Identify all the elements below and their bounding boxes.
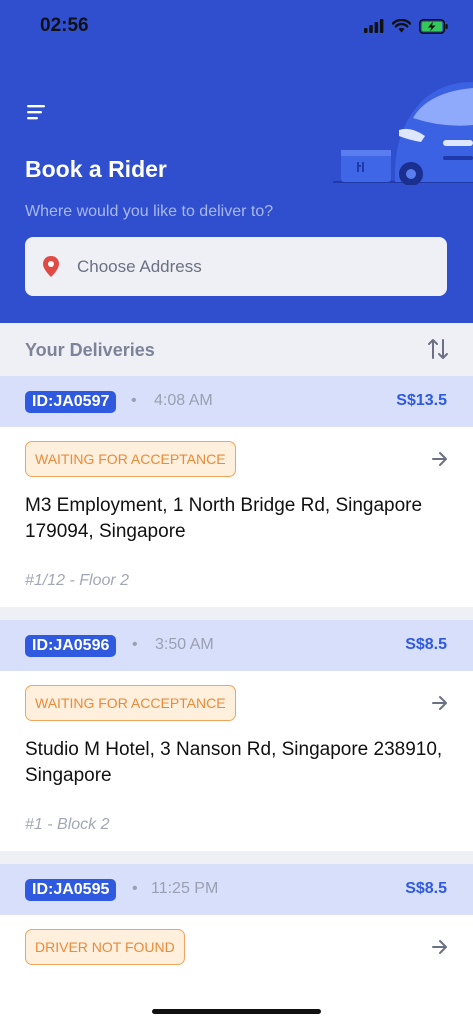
signal-icon (364, 19, 384, 33)
location-pin-icon (43, 255, 59, 277)
status-time: 02:56 (40, 15, 89, 36)
delivery-time: 4:08 AM (154, 392, 213, 409)
car-illustration (333, 82, 473, 185)
delivery-card-header: ID:JA0596 • 3:50 AM S$8.5 (0, 620, 473, 671)
page-title: Book a Rider (25, 156, 167, 182)
arrow-right-icon[interactable] (431, 939, 449, 955)
separator-dot: • (131, 392, 137, 409)
deliveries-header: Your Deliveries (0, 323, 473, 376)
address-field[interactable] (25, 237, 447, 296)
page-subtitle: Where would you like to deliver to? (25, 203, 274, 220)
delivery-address: Studio M Hotel, 3 Nanson Rd, Singapore 2… (25, 739, 443, 786)
status-icons (364, 16, 449, 36)
header: 02:56 Book a Rider Where would you like … (0, 0, 473, 323)
delivery-card[interactable]: ID:JA0596 • 3:50 AM S$8.5 WAITING FOR AC… (0, 620, 473, 851)
delivery-card-header: ID:JA0597 • 4:08 AM S$13.5 (0, 376, 473, 427)
status-badge: WAITING FOR ACCEPTANCE (25, 441, 236, 477)
arrow-right-icon[interactable] (431, 451, 449, 467)
menu-icon[interactable] (24, 100, 50, 126)
delivery-card-body: DRIVER NOT FOUND (0, 915, 473, 1024)
delivery-id-badge: ID:JA0597 (25, 391, 117, 413)
status-badge: WAITING FOR ACCEPTANCE (25, 685, 236, 721)
arrow-right-icon[interactable] (431, 695, 449, 711)
delivery-time: 3:50 AM (155, 636, 214, 653)
battery-charging-icon (419, 18, 448, 34)
sort-icon[interactable] (427, 337, 449, 361)
delivery-card[interactable]: ID:JA0597 • 4:08 AM S$13.5 WAITING FOR A… (0, 376, 473, 607)
delivery-id-badge: ID:JA0596 (25, 635, 117, 657)
separator-dot: • (132, 880, 138, 897)
delivery-card[interactable]: ID:JA0595 • 11:25 PM S$8.5 DRIVER NOT FO… (0, 864, 473, 1024)
delivery-card-header: ID:JA0595 • 11:25 PM S$8.5 (0, 864, 473, 915)
delivery-card-body: WAITING FOR ACCEPTANCE Studio M Hotel, 3… (0, 671, 473, 851)
address-input[interactable] (77, 256, 407, 277)
delivery-price: S$8.5 (405, 636, 447, 653)
separator-dot: • (132, 636, 138, 653)
deliveries-title: Your Deliveries (25, 340, 155, 360)
status-bar: 02:56 (0, 0, 473, 54)
delivery-unit: #1 - Block 2 (25, 816, 110, 833)
delivery-address: M3 Employment, 1 North Bridge Rd, Singap… (25, 495, 423, 542)
home-indicator (152, 1009, 321, 1014)
delivery-price: S$8.5 (405, 880, 447, 897)
delivery-card-body: WAITING FOR ACCEPTANCE M3 Employment, 1 … (0, 427, 473, 607)
wifi-icon (392, 19, 411, 33)
delivery-price: S$13.5 (396, 392, 447, 409)
delivery-id-badge: ID:JA0595 (25, 879, 117, 901)
delivery-unit: #1/12 - Floor 2 (25, 572, 130, 589)
delivery-time: 11:25 PM (151, 880, 219, 897)
status-badge: DRIVER NOT FOUND (25, 929, 185, 965)
